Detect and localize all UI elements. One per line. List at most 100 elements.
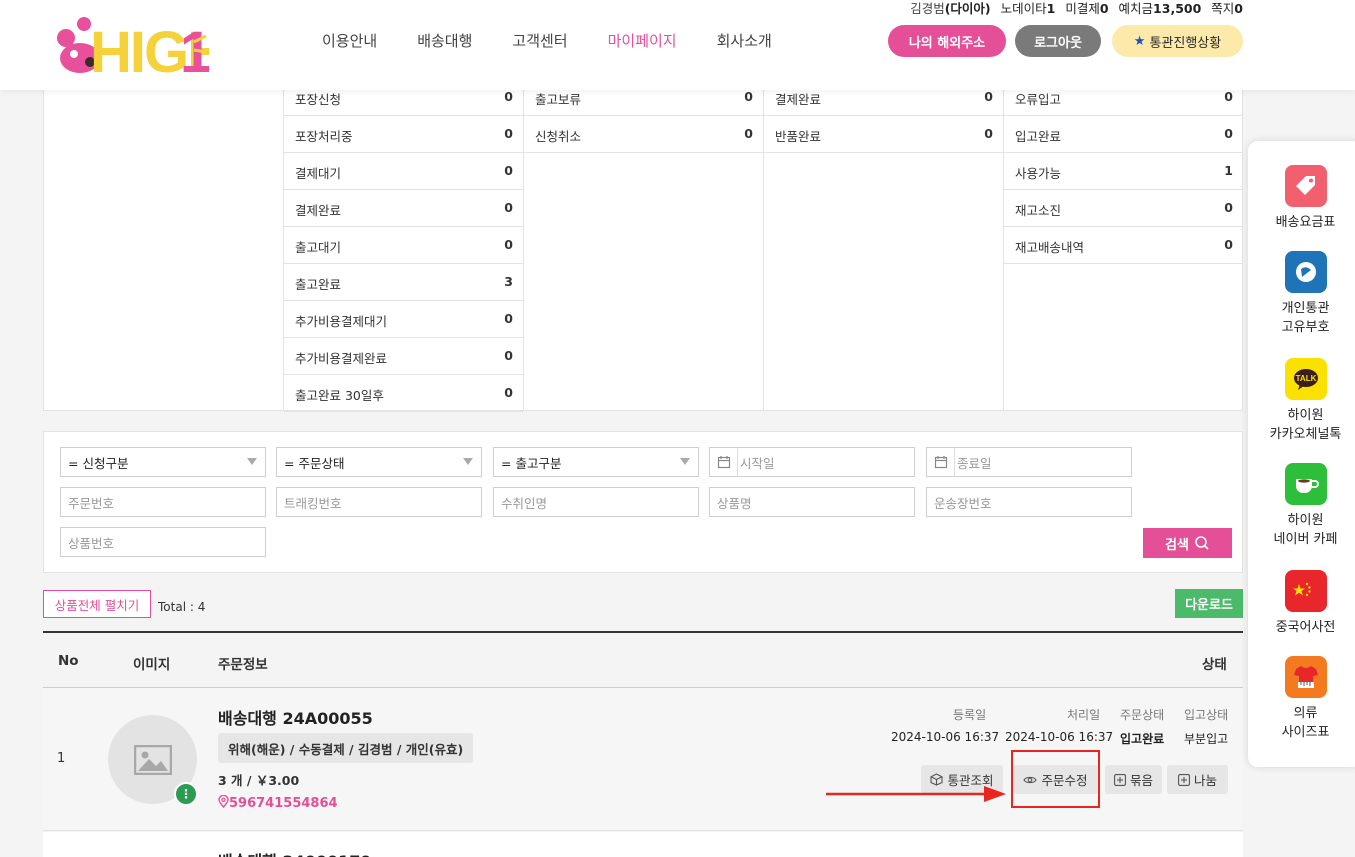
chevron-down-icon	[463, 458, 473, 465]
recipient-name-input[interactable]: 수취인명	[493, 487, 699, 517]
main-nav: 이용안내 배송대행 고객센터 마이페이지 회사소개	[322, 30, 812, 51]
side-label-line2: 네이버 카페	[1273, 532, 1338, 547]
stock-status-value: 부분입고	[1184, 732, 1229, 746]
side-label-line1: 하이원	[1287, 408, 1324, 423]
status-row[interactable]: 출고완료 3	[284, 264, 523, 301]
status-label: 포장처리중	[295, 129, 353, 144]
side-label: 배송요금표	[1275, 215, 1336, 230]
waybill-number-input[interactable]: 운송장번호	[926, 487, 1132, 517]
svg-text:TALK: TALK	[1295, 374, 1316, 383]
high1-logo[interactable]: HIGH 1	[44, 8, 229, 85]
side-label-line1: 하이원	[1287, 513, 1324, 528]
tracking-number-link[interactable]: 596741554864	[218, 794, 338, 811]
more-options-icon[interactable]: ⋮	[174, 782, 198, 806]
split-button[interactable]: 나눔	[1167, 765, 1228, 794]
customs-status-button[interactable]: ★ 통관진행상황	[1112, 25, 1243, 57]
side-label-line1: 개인통관	[1281, 301, 1330, 316]
product-number-input[interactable]: 상품번호	[60, 527, 266, 557]
unpaid-count[interactable]: 미결제0	[1065, 1, 1108, 16]
node-count[interactable]: 노데이타1	[1001, 1, 1056, 16]
nav-mypage[interactable]: 마이페이지	[608, 30, 677, 51]
status-label: 재고배송내역	[1015, 240, 1085, 255]
status-row[interactable]: 재고소진 0	[1004, 190, 1243, 227]
search-button-label: 검색	[1165, 537, 1189, 553]
status-count: 0	[504, 385, 513, 400]
note-count[interactable]: 쪽지0	[1211, 1, 1243, 16]
nav-shipping-agency[interactable]: 배송대행	[417, 30, 472, 51]
status-row[interactable]: 추가비용결제대기 0	[284, 301, 523, 338]
start-date-input[interactable]: 시작일	[709, 447, 915, 477]
customs-status-label: 통관진행상황	[1149, 35, 1222, 51]
status-label: 오류입고	[1015, 92, 1062, 107]
side-label-line2: 카카오체널톡	[1269, 427, 1342, 442]
price-tag-icon	[1284, 165, 1327, 207]
status-row[interactable]: 포장처리중 0	[284, 116, 523, 153]
status-count: 3	[504, 274, 513, 289]
end-date-input[interactable]: 종료일	[926, 447, 1132, 477]
status-count: 0	[1224, 89, 1233, 104]
status-row[interactable]: 결제대기 0	[284, 153, 523, 190]
clothing-size-chart-link[interactable]: 의류 사이즈표	[1248, 656, 1355, 742]
naver-cafe-icon	[1284, 463, 1327, 505]
status-row[interactable]: 출고대기 0	[284, 227, 523, 264]
status-row[interactable]: 추가비용결제완료 0	[284, 338, 523, 375]
kakao-talk-icon: TALK	[1284, 358, 1327, 400]
status-count: 0	[744, 126, 753, 141]
status-label: 출고완료 30일후	[295, 388, 384, 403]
star-icon: ★	[1133, 33, 1146, 49]
kakao-channel-link[interactable]: TALK 하이원 카카오체널톡	[1248, 358, 1355, 444]
side-label: 중국어사전	[1275, 620, 1336, 635]
chevron-down-icon	[680, 458, 690, 465]
status-label: 결제완료	[775, 92, 822, 107]
nav-company[interactable]: 회사소개	[717, 30, 772, 51]
status-count: 0	[504, 348, 513, 363]
status-row[interactable]: 신청취소 0	[524, 116, 763, 153]
search-filter-panel: = 신청구분 = 주문상태 = 출고구분 시작일 종료일 주문번호 트래킹번호 …	[43, 431, 1243, 573]
nav-customer-center[interactable]: 고객센터	[512, 30, 567, 51]
status-count: 0	[1224, 126, 1233, 141]
order-quantity-price: 3 개 / ￥3.00	[218, 773, 300, 788]
merge-button[interactable]: 묶음	[1105, 765, 1162, 794]
calendar-icon	[927, 448, 955, 476]
request-type-select[interactable]: = 신청구분	[60, 447, 266, 477]
order-status-label: 주문상태	[1120, 708, 1165, 722]
status-count: 0	[504, 237, 513, 252]
stock-status-label: 입고상태	[1184, 708, 1229, 722]
order-number-input[interactable]: 주문번호	[60, 487, 266, 517]
order-title[interactable]: 배송대행 24A00055	[218, 705, 373, 729]
naver-cafe-link[interactable]: 하이원 네이버 카페	[1248, 463, 1355, 549]
download-button[interactable]: 다운로드	[1175, 589, 1243, 618]
status-label: 출고완료	[295, 277, 342, 292]
user-name: 김경범	[910, 1, 945, 16]
order-title[interactable]: 배송대행 24000179	[218, 848, 372, 857]
customs-code-link[interactable]: 개인통관 고유부호	[1248, 251, 1355, 337]
plus-square-icon	[1178, 773, 1190, 786]
release-type-select[interactable]: = 출고구분	[493, 447, 699, 477]
status-row[interactable]: 결제완료 0	[284, 190, 523, 227]
my-overseas-address-button[interactable]: 나의 해외주소	[888, 25, 1006, 57]
search-button[interactable]: 검색	[1143, 528, 1232, 558]
status-row[interactable]: 반품완료 0	[764, 116, 1003, 153]
logout-button[interactable]: 로그아웃	[1015, 25, 1101, 57]
status-row[interactable]: 입고완료 0	[1004, 116, 1243, 153]
col-header-info: 주문정보	[218, 657, 268, 673]
status-row[interactable]: 재고배송내역 0	[1004, 227, 1243, 264]
deposit-balance[interactable]: 예치금13,500	[1119, 1, 1202, 16]
chinese-dictionary-link[interactable]: 중국어사전	[1248, 570, 1355, 637]
status-column-packing: 포장신청 0 포장처리중 0 결제대기 0 결제완료 0 출고대기 0 출고완료 3 추가비용결제대기 0…	[283, 79, 523, 412]
status-column-hold: 출고보류 0 신청취소 0	[523, 79, 763, 410]
clothing-size-icon	[1284, 656, 1327, 698]
shipping-rate-link[interactable]: 배송요금표	[1248, 165, 1355, 232]
status-row[interactable]: 출고완료 30일후 0	[284, 375, 523, 412]
chevron-down-icon	[247, 458, 257, 465]
product-name-input[interactable]: 상품명	[709, 487, 915, 517]
order-status-select[interactable]: = 주문상태	[276, 447, 482, 477]
status-row[interactable]: 사용가능 1	[1004, 153, 1243, 190]
nav-guide[interactable]: 이용안내	[322, 30, 377, 51]
side-label-line2: 고유부호	[1281, 320, 1330, 335]
tracking-number-input[interactable]: 트래킹번호	[276, 487, 482, 517]
expand-all-products-button[interactable]: 상품전체 펼치기	[43, 590, 151, 618]
registered-date: 2024-10-06 16:37	[891, 730, 1000, 744]
status-count: 0	[504, 126, 513, 141]
status-label: 결제대기	[295, 166, 342, 181]
